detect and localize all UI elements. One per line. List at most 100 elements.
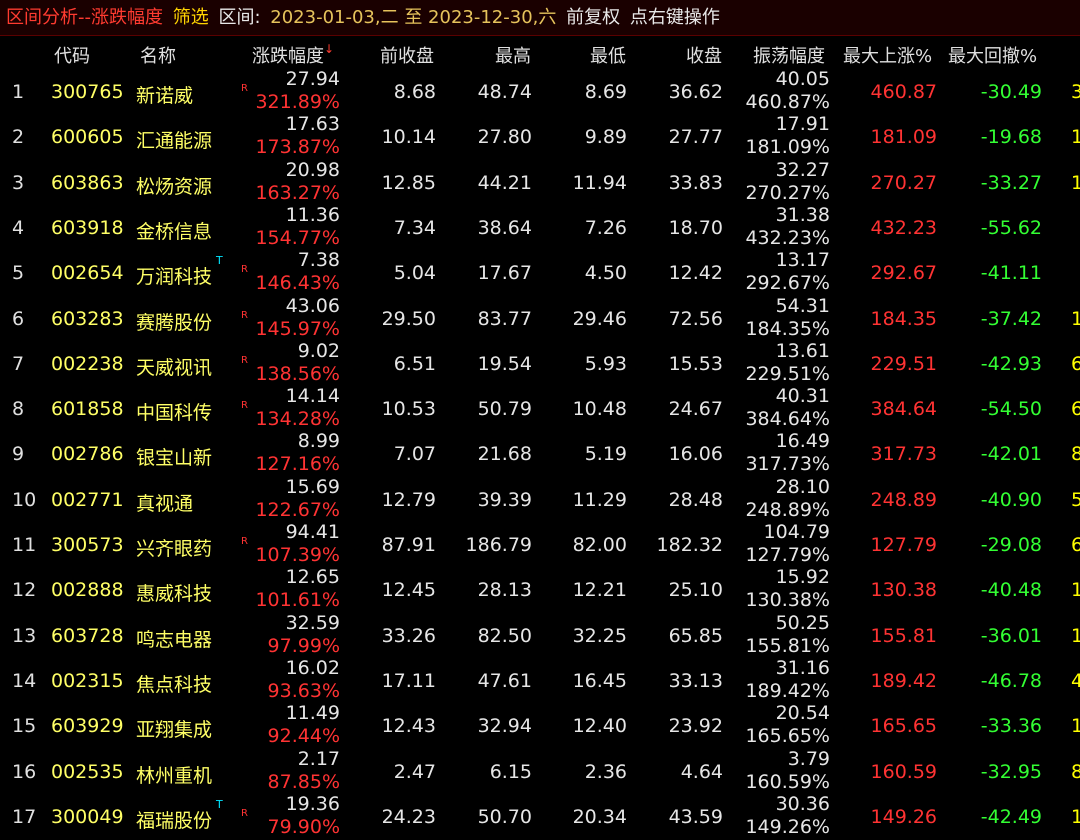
column-header: 代码 名称 涨跌幅度↓ 前收盘 最高 最低 收盘 振荡幅度 最大上涨% 最大回撤… — [0, 36, 1080, 69]
col-name[interactable]: 名称 — [140, 42, 176, 68]
stock-code: 002771 — [51, 488, 124, 511]
row-index: 14 — [12, 669, 37, 692]
low-price: 82.00 — [572, 534, 627, 556]
prev-close: 87.91 — [381, 534, 436, 556]
col-amplitude[interactable]: 振荡幅度 — [753, 42, 825, 68]
stock-name: 中国科传 — [136, 402, 213, 425]
table-row[interactable]: 4 603918 金桥信息 11.36 154.77% 7.34 38.64 7.26 18.7… — [0, 204, 1080, 251]
next-column-value: 6 — [1071, 398, 1080, 421]
table-row[interactable]: 14 002315 焦点科技 16.02 93.63% 17.11 47.61 16.45 33… — [0, 657, 1080, 704]
high-price: 50.70 — [477, 805, 532, 828]
table-row[interactable]: 17 300049 福瑞股份 T R 19.36 79.90% 24.23 50.70 20.34… — [0, 792, 1080, 840]
row-index: 9 — [12, 443, 25, 466]
row-index: 7 — [12, 352, 25, 375]
change-percent: 107.39% — [255, 544, 340, 566]
r-marker: R — [241, 83, 248, 94]
close-price: 12.42 — [668, 262, 723, 285]
stock-name: 惠威科技 — [136, 583, 213, 606]
stock-code: 603283 — [51, 307, 124, 330]
table-row[interactable]: 9 002786 银宝山新 8.99 127.16% 7.07 21.68 5.19 16.06… — [0, 430, 1080, 477]
high-price: 50.79 — [477, 398, 532, 421]
change-percent: 127.16% — [255, 453, 340, 476]
change-percent: 87.85% — [267, 770, 340, 793]
col-max-rise[interactable]: 最大上涨% — [843, 42, 932, 68]
change-percent: 122.67% — [255, 498, 340, 521]
close-price: 15.53 — [668, 352, 723, 375]
change-percent: 79.90% — [267, 815, 340, 838]
row-index: 6 — [12, 307, 25, 330]
amplitude-percent: 248.89% — [745, 498, 830, 521]
low-price: 11.94 — [572, 171, 627, 194]
prev-close: 12.85 — [381, 171, 436, 194]
next-column-value: 1 — [1071, 715, 1080, 738]
max-rise: 229.51 — [870, 352, 937, 375]
change-percent: 145.97% — [255, 317, 340, 340]
next-column-value: 1 — [1071, 579, 1080, 602]
stock-name: 福瑞股份 — [136, 809, 213, 832]
prev-close: 12.79 — [381, 488, 436, 511]
col-code[interactable]: 代码 — [54, 42, 90, 68]
change-value: 2.17 — [297, 747, 340, 770]
stock-name: 汇通能源 — [136, 130, 213, 153]
col-max-drawdown[interactable]: 最大回撤% — [948, 42, 1037, 68]
table-row[interactable]: 7 002238 天威视讯 R 9.02 138.56% 6.51 19.54 5.93 15.5… — [0, 340, 1080, 387]
high-price: 28.13 — [477, 579, 532, 602]
next-column-value: 1 — [1071, 624, 1080, 647]
col-prev-close[interactable]: 前收盘 — [380, 42, 434, 68]
table-row[interactable]: 5 002654 万润科技 T R 7.38 146.43% 5.04 17.67 4.50 12.… — [0, 249, 1080, 296]
change-value: 19.36 — [285, 792, 340, 815]
table-row[interactable]: 1 300765 新诺威 R 27.94 321.89% 8.68 48.74 8.69 36.6… — [0, 68, 1080, 115]
table-row[interactable]: 11 300573 兴齐眼药 R 94.41 107.39% 87.91 186.79 82.0… — [0, 521, 1080, 568]
stock-code: 002238 — [51, 352, 124, 375]
table-row[interactable]: 15 603929 亚翔集成 11.49 92.44% 12.43 32.94 12.40 23… — [0, 702, 1080, 749]
change-value: 43.06 — [285, 294, 340, 317]
stock-code: 002888 — [51, 579, 124, 602]
high-price: 82.50 — [477, 624, 532, 647]
high-price: 21.68 — [477, 443, 532, 466]
table-row[interactable]: 2 600605 汇通能源 17.63 173.87% 10.14 27.80 9.89 27.… — [0, 113, 1080, 160]
amplitude-value: 17.91 — [775, 113, 830, 136]
high-price: 39.39 — [477, 488, 532, 511]
high-price: 47.61 — [477, 669, 532, 692]
filter-button[interactable]: 筛选 — [173, 7, 209, 28]
r-marker: R — [241, 807, 248, 819]
stock-code: 300573 — [51, 534, 124, 556]
col-change[interactable]: 涨跌幅度↓ — [252, 42, 334, 68]
table-row[interactable]: 13 603728 鸣志电器 32.59 97.99% 33.26 82.50 32.25 65… — [0, 611, 1080, 659]
max-rise: 292.67 — [870, 262, 937, 285]
table-row[interactable]: 6 603283 赛腾股份 R 43.06 145.97% 29.50 83.77 29.46 7… — [0, 294, 1080, 342]
row-index: 3 — [12, 171, 25, 194]
amplitude-percent: 317.73% — [745, 453, 830, 476]
prev-close: 8.68 — [393, 81, 436, 103]
col-high[interactable]: 最高 — [495, 42, 531, 68]
next-column-value: 6 — [1071, 534, 1080, 556]
change-value: 17.63 — [285, 113, 340, 136]
amplitude-percent: 160.59% — [745, 770, 830, 793]
amplitude-percent: 432.23% — [745, 226, 830, 249]
table-row[interactable]: 12 002888 惠威科技 12.65 101.61% 12.45 28.13 12.21 2… — [0, 566, 1080, 613]
change-value: 94.41 — [285, 521, 340, 543]
stock-name: 万润科技 — [136, 266, 213, 289]
table-row[interactable]: 3 603863 松炀资源 20.98 163.27% 12.85 44.21 11.94 33… — [0, 159, 1080, 206]
prev-close: 6.51 — [393, 352, 436, 375]
col-close[interactable]: 收盘 — [686, 42, 722, 68]
amplitude-value: 50.25 — [775, 611, 830, 634]
range-value[interactable]: 2023-01-03,二 至 2023-12-30,六 — [270, 7, 556, 28]
table-row[interactable]: 8 601858 中国科传 R 14.14 134.28% 10.53 50.79 10.48 2… — [0, 385, 1080, 432]
max-rise: 130.38 — [870, 579, 937, 602]
max-drawdown: -30.49 — [980, 81, 1042, 103]
low-price: 20.34 — [572, 805, 627, 828]
change-percent: 146.43% — [255, 272, 340, 295]
stock-code: 600605 — [51, 126, 124, 149]
high-price: 38.64 — [477, 216, 532, 239]
high-price: 17.67 — [477, 262, 532, 285]
stock-name: 金桥信息 — [136, 220, 213, 243]
table-row[interactable]: 16 002535 林州重机 2.17 87.85% 2.47 6.15 2.36 4.64 3.… — [0, 747, 1080, 795]
col-low[interactable]: 最低 — [590, 42, 626, 68]
r-marker: R — [241, 309, 248, 321]
adjust-mode[interactable]: 前复权 — [566, 7, 620, 28]
amplitude-value: 104.79 — [763, 521, 830, 543]
row-index: 13 — [12, 624, 37, 647]
stock-name: 赛腾股份 — [136, 311, 213, 334]
table-row[interactable]: 10 002771 真视通 15.69 122.67% 12.79 39.39 11.29 28… — [0, 476, 1080, 523]
